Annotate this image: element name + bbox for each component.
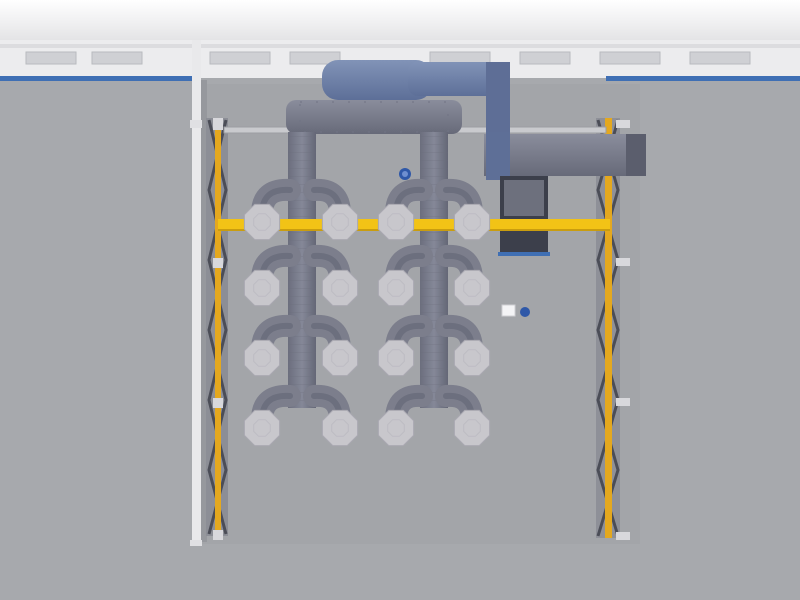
extraction-hood [453,339,491,377]
fan-unit [498,176,550,256]
fan-icon [399,168,411,180]
extraction-hood [321,203,359,241]
extraction-hood [243,339,281,377]
main-manifold [286,100,462,134]
extraction-hood [377,269,415,307]
extraction-hood [243,203,281,241]
vertical-duct-right [420,132,448,408]
extraction-hood [377,409,415,447]
blue-band-right [606,76,800,81]
exhaust-duct [484,132,646,180]
extraction-hood [377,339,415,377]
extraction-hood [453,409,491,447]
ceiling-band [0,0,800,40]
wall-panel-top [0,44,800,48]
extraction-hood [377,203,415,241]
vertical-duct-left [288,132,316,408]
box-icon [501,304,516,317]
extraction-hood [453,269,491,307]
ventilation-scene [0,0,800,600]
valve-icon [520,307,530,317]
left-truss [206,118,228,540]
wall-post [190,540,202,546]
wall-left [192,40,201,542]
extraction-hood [243,409,281,447]
blue-band-left [0,76,196,81]
extraction-hood [321,339,359,377]
extraction-hood [453,203,491,241]
wall-post [190,120,202,128]
extraction-hood [243,269,281,307]
extraction-hood [321,269,359,307]
extraction-hood [321,409,359,447]
